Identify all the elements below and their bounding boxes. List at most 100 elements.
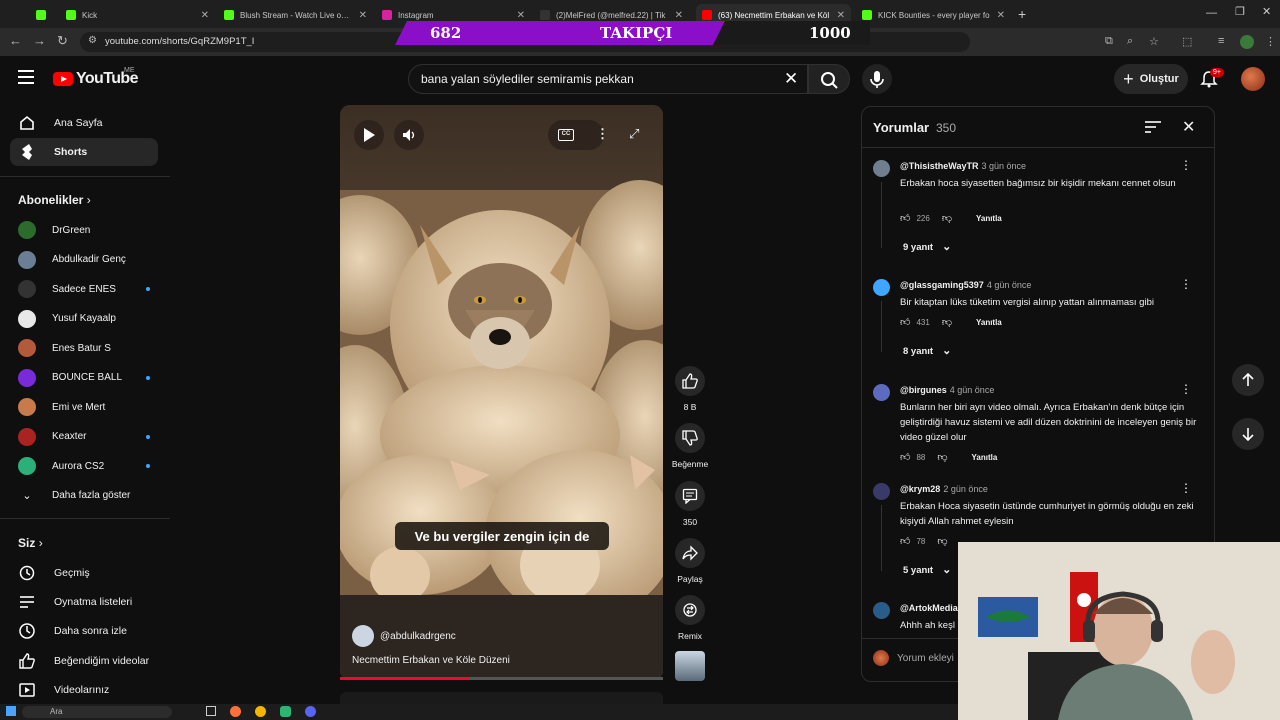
comment-dislike-icon[interactable]: 👎︎: [942, 316, 952, 328]
discord-icon[interactable]: [305, 706, 316, 717]
subscription-item[interactable]: Sadece ENES: [10, 276, 158, 302]
sound-thumbnail[interactable]: [675, 651, 705, 681]
comment-time[interactable]: 2 gün önce: [943, 484, 988, 494]
video-title[interactable]: Necmettim Erbakan ve Köle Düzeni: [352, 655, 510, 666]
comment-dislike-icon[interactable]: 👎︎: [937, 535, 947, 547]
subscription-item[interactable]: Yusuf Kayaalp: [10, 306, 158, 332]
close-window-icon[interactable]: ✕: [1262, 5, 1271, 18]
view-replies-button[interactable]: 8 yanıt ⌄: [903, 344, 951, 357]
sidebar-item-history[interactable]: Geçmiş: [10, 559, 158, 587]
search-button[interactable]: [808, 64, 850, 94]
site-info-icon[interactable]: ⚙: [88, 35, 97, 46]
task-view-icon[interactable]: [206, 706, 216, 716]
subscription-item[interactable]: Keaxter: [10, 424, 158, 450]
comment-time[interactable]: 4 gün önce: [950, 385, 995, 395]
comment-time[interactable]: 3 gün önce: [981, 161, 1026, 171]
commenter-handle[interactable]: @birgunes: [900, 385, 947, 395]
shorts-video-player[interactable]: CC ⋮ ⤢: [340, 105, 663, 680]
reply-button[interactable]: Yanıtla: [972, 453, 998, 462]
tab-0[interactable]: [30, 4, 60, 26]
comment-like-icon[interactable]: 👍︎: [900, 535, 910, 547]
reply-button[interactable]: Yanıtla: [976, 318, 1002, 327]
commenter-handle[interactable]: @krym28: [900, 484, 940, 494]
url-text[interactable]: youtube.com/shorts/GqRZM9P1T_I: [105, 36, 254, 47]
sidebar-item-watch-later[interactable]: Daha sonra izle: [10, 617, 158, 645]
subscription-item[interactable]: DrGreen: [10, 217, 158, 243]
close-tab-icon[interactable]: ✕: [517, 10, 525, 21]
windows-start-icon[interactable]: [6, 706, 16, 716]
user-avatar[interactable]: [1241, 67, 1265, 91]
profile-icon[interactable]: [1240, 35, 1254, 49]
commenter-handle[interactable]: @ArtokMedia: [900, 603, 958, 613]
commenter-avatar[interactable]: [873, 279, 890, 296]
add-comment-field[interactable]: Yorum ekleyi: [873, 650, 954, 666]
comment-menu-icon[interactable]: ⋮: [1180, 277, 1192, 291]
commenter-avatar[interactable]: [873, 483, 890, 500]
close-tab-icon[interactable]: ✕: [359, 10, 367, 21]
fullscreen-icon[interactable]: ⤢: [629, 126, 639, 142]
comment-like-icon[interactable]: 👍︎: [900, 451, 910, 463]
reply-button[interactable]: Yanıtla: [976, 214, 1002, 223]
taskbar-search[interactable]: Ara: [22, 706, 172, 718]
sidebar-item-your-videos[interactable]: Videolarınız: [10, 676, 158, 704]
minimize-icon[interactable]: —: [1206, 7, 1217, 19]
browser-menu-icon[interactable]: ⋮: [1265, 35, 1276, 48]
maximize-icon[interactable]: ❐: [1235, 5, 1245, 18]
mute-button[interactable]: [394, 120, 424, 150]
close-tab-icon[interactable]: ✕: [675, 10, 683, 21]
create-button[interactable]: + Oluştur: [1114, 64, 1188, 94]
sort-icon[interactable]: [1145, 120, 1161, 134]
voice-search-button[interactable]: [862, 64, 892, 94]
remix-button[interactable]: Remix: [674, 595, 706, 641]
like-button[interactable]: 8 B: [674, 366, 706, 412]
comment-menu-icon[interactable]: ⋮: [1180, 158, 1192, 172]
comment-menu-icon[interactable]: ⋮: [1180, 481, 1192, 495]
comment-dislike-icon[interactable]: 👎︎: [942, 212, 952, 224]
tab-6[interactable]: KICK Bounties - every player fo ✕: [856, 4, 1011, 26]
share-button[interactable]: Paylaş: [674, 538, 706, 584]
commenter-avatar[interactable]: [873, 160, 890, 177]
new-tab-icon[interactable]: +: [1018, 6, 1026, 22]
app-icon[interactable]: [280, 706, 291, 717]
captions-icon[interactable]: CC: [558, 129, 574, 141]
back-icon[interactable]: ←: [9, 33, 22, 48]
commenter-avatar[interactable]: [873, 384, 890, 401]
more-options-icon[interactable]: ⋮: [596, 126, 609, 142]
view-replies-button[interactable]: 9 yanıt ⌄: [903, 240, 951, 253]
sidebar-item-shorts[interactable]: Shorts: [10, 138, 158, 166]
comment-like-icon[interactable]: 👍︎: [900, 316, 910, 328]
chrome-icon[interactable]: [255, 706, 266, 717]
close-tab-icon[interactable]: ✕: [997, 10, 1005, 21]
tab-2[interactable]: Blush Stream - Watch Live on K ✕: [218, 4, 373, 26]
channel-handle[interactable]: @abdulkadrgenc: [380, 631, 456, 642]
close-tab-icon[interactable]: ✕: [837, 10, 845, 21]
dislike-button[interactable]: Beğenme: [672, 423, 708, 469]
sidebar-item-playlists[interactable]: Oynatma listeleri: [10, 588, 158, 616]
install-app-icon[interactable]: ⧉: [1105, 35, 1113, 48]
commenter-handle[interactable]: @ThisistheWayTR: [900, 161, 978, 171]
comment-dislike-icon[interactable]: 👎︎: [937, 451, 947, 463]
view-replies-button[interactable]: 5 yanıt ⌄: [903, 563, 951, 576]
subscription-item[interactable]: Emi ve Mert: [10, 394, 158, 420]
next-short-button[interactable]: [1232, 418, 1264, 450]
commenter-handle[interactable]: @glassgaming5397: [900, 280, 984, 290]
firefox-icon[interactable]: [230, 706, 241, 717]
video-progress-bar[interactable]: [340, 677, 663, 680]
clear-search-icon[interactable]: ✕: [784, 69, 798, 89]
commenter-avatar[interactable]: [873, 602, 890, 619]
show-more-button[interactable]: ⌄ Daha fazla göster: [10, 482, 158, 508]
subscription-item[interactable]: Aurora CS2: [10, 453, 158, 479]
channel-avatar[interactable]: [352, 625, 374, 647]
forward-icon[interactable]: →: [33, 33, 46, 48]
play-button[interactable]: [354, 120, 384, 150]
sidebar-item-home[interactable]: Ana Sayfa: [10, 109, 158, 137]
zoom-icon[interactable]: ⌕: [1127, 35, 1133, 48]
subscription-item[interactable]: Abdulkadir Genç: [10, 247, 158, 273]
menu-icon[interactable]: [18, 70, 34, 84]
extensions-icon[interactable]: ⬚: [1182, 35, 1192, 48]
tab-search-icon[interactable]: ≡: [1218, 35, 1224, 47]
next-video-preview[interactable]: [340, 692, 663, 704]
channel-info[interactable]: @abdulkadrgenc: [352, 625, 456, 647]
subscription-item[interactable]: Enes Batur S: [10, 335, 158, 361]
sidebar-item-liked-videos[interactable]: Beğendiğim videolar: [10, 647, 158, 675]
